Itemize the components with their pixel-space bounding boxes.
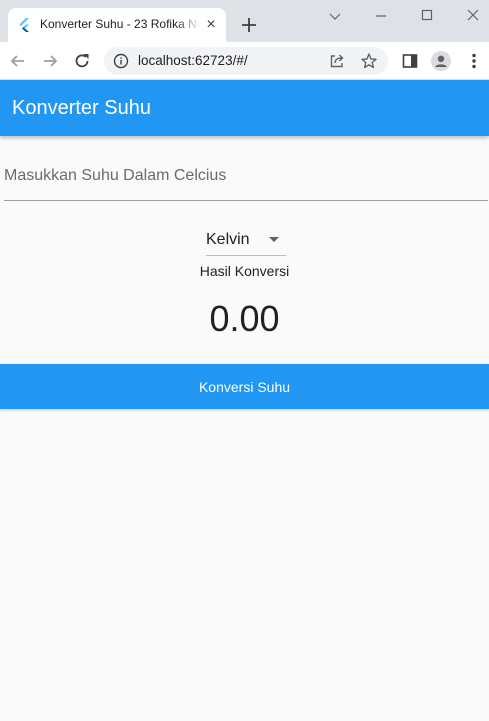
forward-arrow-icon[interactable]	[40, 51, 60, 71]
celsius-input-field[interactable]	[4, 160, 488, 201]
result-label: Hasil Konversi	[199, 263, 290, 279]
kebab-menu-icon[interactable]	[464, 51, 484, 71]
maximize-icon[interactable]	[416, 6, 438, 26]
browser-toolbar: localhost:62723/#/	[0, 42, 489, 80]
share-icon[interactable]	[328, 52, 346, 70]
browser-tab-strip: Konverter Suhu - 23 Rofika Nur ×	[0, 0, 489, 42]
browser-tab[interactable]: Konverter Suhu - 23 Rofika Nur ×	[8, 8, 226, 42]
plus-icon[interactable]	[238, 14, 260, 36]
close-icon[interactable]	[462, 6, 484, 26]
celsius-input[interactable]	[4, 160, 488, 192]
unit-dropdown-value: Kelvin	[206, 231, 250, 248]
unit-dropdown[interactable]: Kelvin	[206, 226, 286, 256]
side-panel-icon[interactable]	[400, 51, 420, 71]
app-bar: Konverter Suhu	[0, 80, 489, 136]
star-icon[interactable]	[360, 52, 378, 70]
tab-close-icon[interactable]: ×	[203, 17, 219, 33]
flutter-icon	[19, 18, 29, 32]
convert-button[interactable]: Konversi Suhu	[0, 364, 489, 409]
page-title: Konverter Suhu	[12, 97, 151, 119]
dropdown-arrow-icon	[269, 237, 279, 242]
minimize-icon[interactable]	[370, 6, 392, 26]
address-bar[interactable]: localhost:62723/#/	[104, 47, 388, 75]
reload-icon[interactable]	[72, 51, 92, 71]
result-value: 0.00	[209, 298, 280, 339]
tab-title: Konverter Suhu - 23 Rofika Nur	[40, 17, 200, 31]
profile-icon[interactable]	[431, 51, 451, 71]
url-text[interactable]: localhost:62723/#/	[138, 53, 248, 68]
info-icon[interactable]	[113, 53, 129, 69]
chevron-down-icon[interactable]	[324, 6, 346, 26]
back-arrow-icon[interactable]	[8, 51, 28, 71]
